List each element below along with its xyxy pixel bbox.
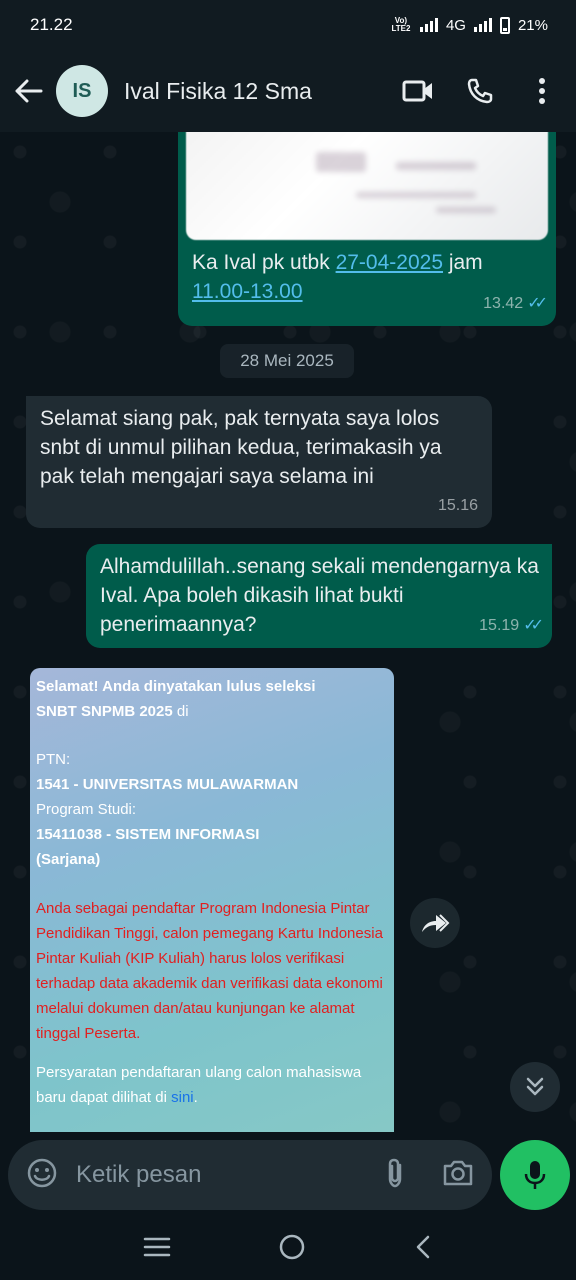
avatar[interactable]: IS (56, 65, 108, 117)
attach-icon[interactable] (384, 1157, 406, 1194)
status-icons: Vo) LTE2 4G 21% (390, 16, 548, 34)
menu-icon[interactable] (143, 1236, 171, 1263)
screenshot-image-message[interactable]: Selamat! Anda dinyatakan lulus seleksi S… (30, 668, 394, 1132)
message-time: 15.16 (437, 497, 478, 514)
message-outgoing[interactable]: Ka Ival pk utbk 27-04-2025 jam 11.00-13.… (178, 132, 556, 326)
message-text: Selamat siang pak, pak ternyata saya lol… (40, 407, 442, 488)
battery-icon (499, 16, 510, 34)
scroll-down-icon[interactable] (510, 1062, 560, 1112)
status-bar: 21.22 Vo) LTE2 4G 21% (0, 0, 576, 50)
message-text: Alhamdulillah..senang sekali mendengarny… (100, 555, 539, 636)
date-link[interactable]: 27-04-2025 (336, 251, 443, 274)
signal-icon (419, 18, 438, 32)
kip-notice: Anda sebagai pendaftar Program Indonesia… (36, 900, 383, 1042)
mic-icon[interactable] (500, 1140, 570, 1210)
camera-icon[interactable] (442, 1159, 474, 1192)
home-icon[interactable] (278, 1233, 306, 1266)
time-link[interactable]: 11.00-13.00 (192, 280, 303, 303)
chat-area[interactable]: Ka Ival pk utbk 27-04-2025 jam 11.00-13.… (0, 132, 576, 1132)
back-arrow-icon[interactable] (14, 76, 44, 106)
double-check-icon: ✓✓ (527, 295, 548, 312)
prodi-level: (Sarjana) (36, 851, 101, 868)
more-vert-icon[interactable] (522, 71, 562, 111)
date-separator: 28 Mei 2025 (220, 344, 354, 378)
blurred-image[interactable] (186, 132, 548, 240)
contact-name[interactable]: Ival Fisika 12 Sma (124, 78, 376, 105)
emoji-icon[interactable] (26, 1157, 58, 1194)
requirements-text: Persyaratan pendaftaran ulang calon maha… (36, 1064, 362, 1106)
system-nav-bar (0, 1218, 576, 1280)
requirements-link[interactable]: sini (171, 1089, 194, 1106)
battery-level: 21% (517, 16, 548, 34)
message-incoming[interactable]: Selamat siang pak, pak ternyata saya lol… (26, 396, 492, 528)
shot-line2: SNBT SNPMB 2025 di (36, 703, 189, 720)
message-time: 13.42 ✓✓ (483, 289, 548, 318)
shot-line1: Selamat! Anda dinyatakan lulus seleksi (36, 678, 316, 695)
network-type: 4G (445, 16, 466, 34)
back-nav-icon[interactable] (413, 1234, 433, 1265)
phone-icon[interactable] (460, 71, 500, 111)
forward-icon[interactable] (410, 898, 460, 948)
message-input[interactable]: Ketik pesan (76, 1161, 384, 1189)
status-time: 21.22 (30, 15, 73, 34)
ptn-value: 1541 - UNIVERSITAS MULAWARMAN (36, 776, 299, 793)
video-call-icon[interactable] (398, 71, 438, 111)
double-check-icon: ✓✓ (523, 617, 544, 634)
signal-icon-2 (473, 18, 492, 32)
message-outgoing[interactable]: Alhamdulillah..senang sekali mendengarny… (86, 544, 552, 648)
prodi-label: Program Studi: (36, 801, 137, 818)
chat-header: IS Ival Fisika 12 Sma (0, 50, 576, 132)
volte-indicator: Vo) LTE2 (391, 16, 411, 33)
message-input-bar[interactable]: Ketik pesan (8, 1140, 492, 1210)
ptn-label: PTN: (36, 751, 71, 768)
prodi-value: 15411038 - SISTEM INFORMASI (36, 826, 260, 843)
message-time: 15.19 ✓✓ (479, 611, 544, 640)
